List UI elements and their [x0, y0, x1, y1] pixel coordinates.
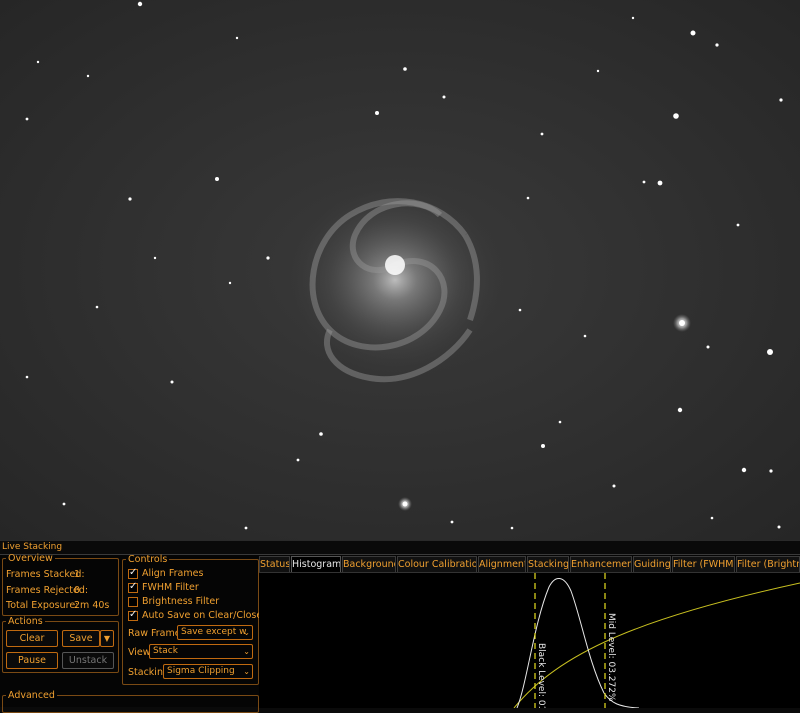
- view-value: Stack: [153, 646, 178, 656]
- image-viewer[interactable]: [0, 0, 800, 540]
- transfer-curve: [513, 582, 800, 709]
- histogram-plot: Black Level: 01.8 Mid Level: 03.272%: [513, 573, 800, 713]
- fwhm-filter-checkbox[interactable]: [128, 581, 138, 593]
- advanced-legend: Advanced: [8, 690, 55, 701]
- tab-bar: Status Histogram Background Colour Calib…: [259, 556, 800, 572]
- brightness-filter-label: Brightness Filter: [142, 596, 220, 607]
- auto-save-checkbox[interactable]: [128, 609, 138, 621]
- stacking-select[interactable]: Sigma Clipping ⌄: [163, 664, 253, 679]
- brightness-filter-checkbox[interactable]: [128, 597, 138, 607]
- pause-button[interactable]: Pause: [6, 652, 58, 669]
- raw-frames-value: Save except w: [181, 627, 247, 637]
- galaxy-image: [25, 1, 783, 530]
- histogram-view[interactable]: Black Level: 01.8 Mid Level: 03.272%: [259, 572, 800, 713]
- view-label: View: [128, 647, 151, 658]
- fwhm-filter-label: FWHM Filter: [142, 582, 199, 593]
- tab-colour-calibration[interactable]: Colour Calibration: [397, 556, 477, 572]
- controls-legend: Controls: [128, 554, 168, 565]
- overview-legend: Overview: [8, 553, 53, 564]
- frames-stacked-value: 1: [74, 569, 81, 580]
- tab-guiding[interactable]: Guiding: [633, 556, 671, 572]
- clear-button[interactable]: Clear: [6, 630, 58, 647]
- advanced-group: Advanced: [2, 691, 259, 713]
- tab-filter-brightness[interactable]: Filter (Brightnes: [736, 556, 800, 572]
- actions-legend: Actions: [8, 616, 43, 627]
- save-dropdown-button[interactable]: ▼: [100, 630, 114, 647]
- chevron-down-icon: ⌄: [243, 647, 250, 656]
- chevron-down-icon: ⌄: [243, 628, 250, 637]
- chevron-down-icon: ⌄: [243, 667, 250, 676]
- unstack-button[interactable]: Unstack: [62, 652, 114, 669]
- black-level-label: Black Level: 01.8: [536, 643, 546, 708]
- tab-background[interactable]: Background: [342, 556, 396, 572]
- total-exposure-label: Total Exposure:: [6, 600, 79, 611]
- align-frames-checkbox[interactable]: [128, 567, 138, 579]
- frames-rejected-value: 0: [74, 585, 81, 596]
- auto-save-label: Auto Save on Clear/Close: [142, 610, 263, 621]
- raw-frames-select[interactable]: Save except w ⌄: [177, 625, 253, 640]
- tab-alignment[interactable]: Alignment: [478, 556, 526, 572]
- total-exposure-value: 2m 40s: [74, 600, 110, 611]
- panel-title: Live Stacking: [0, 540, 800, 555]
- live-stacking-panel: Live Stacking Overview Frames Stacked: 1…: [0, 540, 800, 713]
- frames-stacked-label: Frames Stacked:: [6, 569, 85, 580]
- tab-stacking[interactable]: Stacking: [527, 556, 569, 572]
- chevron-down-icon: ▼: [103, 634, 111, 643]
- save-button[interactable]: Save: [62, 630, 100, 647]
- view-select[interactable]: Stack ⌄: [149, 644, 253, 659]
- tab-histogram[interactable]: Histogram: [291, 556, 341, 572]
- align-frames-label: Align Frames: [142, 568, 204, 579]
- mid-level-label: Mid Level: 03.272%: [606, 613, 616, 702]
- tab-filter-fwhm[interactable]: Filter (FWHM): [672, 556, 735, 572]
- stacking-value: Sigma Clipping: [167, 666, 235, 676]
- tab-status[interactable]: Status: [259, 556, 290, 572]
- tab-enhancement[interactable]: Enhancement: [570, 556, 632, 572]
